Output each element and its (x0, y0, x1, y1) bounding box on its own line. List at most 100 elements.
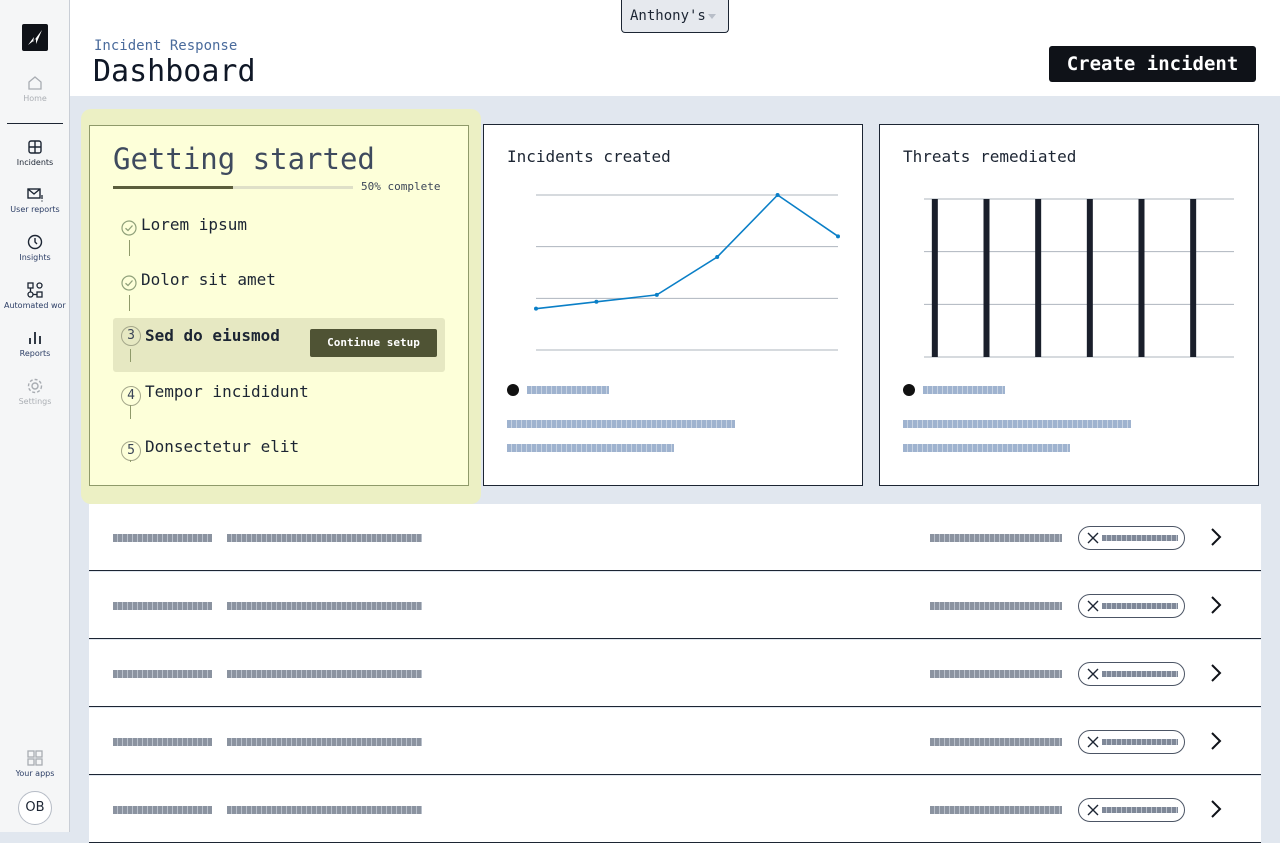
card-title: Incidents created (507, 147, 671, 166)
apps-grid-icon (27, 750, 43, 766)
progress-fill (113, 186, 233, 189)
cell-placeholder (930, 806, 1062, 814)
setup-step-label: Tempor incididunt (145, 382, 309, 401)
series-line (535, 193, 839, 310)
incidents-created-card[interactable]: Incidents created (483, 124, 863, 486)
data-point (534, 306, 538, 311)
sidebar-item-insights[interactable]: Insights (0, 233, 70, 262)
setup-step-label: Lorem ipsum (141, 215, 247, 234)
sidebar-item-label: Home (23, 94, 47, 103)
chevron-right-icon[interactable] (1209, 662, 1223, 684)
your-apps-button[interactable] (0, 749, 70, 767)
check-circle-icon (121, 275, 137, 291)
step-connector (129, 240, 130, 256)
incident-row[interactable] (89, 640, 1261, 707)
close-icon[interactable] (1086, 735, 1100, 749)
chevron-right-icon[interactable] (1209, 730, 1223, 752)
incidents-line-chart (534, 193, 840, 351)
setup-step-label: Sed do eiusmod (145, 326, 280, 345)
status-pill[interactable] (1078, 526, 1185, 550)
legend-dot (507, 384, 519, 396)
user-avatar[interactable]: OB (18, 791, 52, 825)
cell-placeholder (113, 738, 212, 746)
status-pill[interactable] (1078, 594, 1185, 618)
incident-row[interactable] (89, 708, 1261, 775)
sidebar-item-label: Insights (19, 253, 51, 262)
step-connector (130, 349, 131, 362)
sidebar: Home Incidents User reports Insights Aut… (0, 0, 70, 832)
data-point (594, 299, 599, 304)
step-number: 4 (121, 386, 141, 406)
page-header: Anthony's Incident Response Dashboard Cr… (70, 0, 1280, 96)
step-connector (129, 295, 130, 311)
setup-step-active[interactable]: 3 Sed do eiusmod Continue setup (113, 318, 445, 372)
incident-row[interactable] (89, 572, 1261, 639)
progress-bar (113, 186, 353, 189)
threats-bar-chart (924, 198, 1234, 358)
text-placeholder (903, 444, 1070, 452)
sidebar-item-label: Incidents (16, 158, 54, 167)
setup-step[interactable]: 4 Tempor incididunt (113, 378, 445, 428)
setup-step[interactable]: Dolor sit amet (113, 267, 445, 317)
breadcrumb[interactable]: Incident Response (94, 38, 237, 54)
continue-setup-button[interactable]: Continue setup (310, 329, 437, 357)
sidebar-item-settings[interactable]: Settings (0, 377, 70, 406)
pill-text-placeholder (1102, 535, 1178, 541)
bar (1035, 199, 1042, 357)
cell-placeholder (930, 602, 1062, 610)
chevron-right-icon[interactable] (1209, 594, 1223, 616)
cell-placeholder (227, 602, 422, 610)
text-placeholder (903, 420, 1131, 428)
sidebar-item-reports[interactable]: Reports (0, 329, 70, 358)
app-logo[interactable] (22, 24, 48, 51)
cell-placeholder (930, 534, 1062, 542)
sidebar-item-user-reports[interactable]: User reports (0, 185, 70, 214)
incident-row[interactable] (89, 504, 1261, 571)
threats-remediated-card[interactable]: Threats remediated (879, 124, 1259, 486)
cell-placeholder (930, 738, 1062, 746)
sidebar-divider (7, 123, 63, 124)
cell-placeholder (227, 806, 422, 814)
cell-placeholder (113, 670, 212, 678)
step-number: 5 (121, 441, 141, 461)
close-icon[interactable] (1086, 531, 1100, 545)
pill-text-placeholder (1102, 603, 1178, 609)
close-icon[interactable] (1086, 599, 1100, 613)
sidebar-item-automated-workflows[interactable]: Automated workflows (0, 281, 70, 310)
chevron-right-icon[interactable] (1209, 526, 1223, 548)
sidebar-item-label: User reports (10, 205, 60, 214)
sidebar-item-incidents[interactable]: Incidents (0, 138, 70, 167)
data-point (715, 255, 720, 259)
your-apps-label: Your apps (15, 769, 55, 778)
incidents-icon (28, 140, 42, 154)
bar (1190, 199, 1197, 357)
data-point (654, 292, 659, 297)
chevron-down-icon (708, 14, 716, 19)
setup-step[interactable]: 5 Donsectetur elit (113, 433, 445, 462)
sidebar-item-label: Automated workflows (4, 301, 66, 310)
text-placeholder (507, 444, 674, 452)
incident-row[interactable] (89, 776, 1261, 843)
page-title: Dashboard (93, 54, 256, 89)
legend-dot (903, 384, 915, 396)
setup-step[interactable]: Lorem ipsum (113, 212, 445, 262)
your-apps-label-wrap: Your apps (0, 767, 70, 778)
status-pill[interactable] (1078, 798, 1185, 822)
create-incident-button[interactable]: Create incident (1049, 46, 1256, 82)
chevron-right-icon[interactable] (1209, 798, 1223, 820)
data-point (836, 234, 840, 239)
close-icon[interactable] (1086, 667, 1100, 681)
bar (983, 199, 990, 357)
setup-step-label: Donsectetur elit (145, 437, 300, 456)
workflow-icon (27, 282, 43, 298)
status-pill[interactable] (1078, 730, 1185, 754)
status-pill[interactable] (1078, 662, 1185, 686)
cell-placeholder (227, 534, 422, 542)
close-icon[interactable] (1086, 803, 1100, 817)
progress-label: 50% complete (361, 180, 441, 193)
sidebar-item-home[interactable]: Home (0, 74, 70, 103)
step-connector (130, 405, 131, 419)
cell-placeholder (930, 670, 1062, 678)
bar (1086, 199, 1093, 357)
account-switcher[interactable]: Anthony's (621, 0, 729, 33)
